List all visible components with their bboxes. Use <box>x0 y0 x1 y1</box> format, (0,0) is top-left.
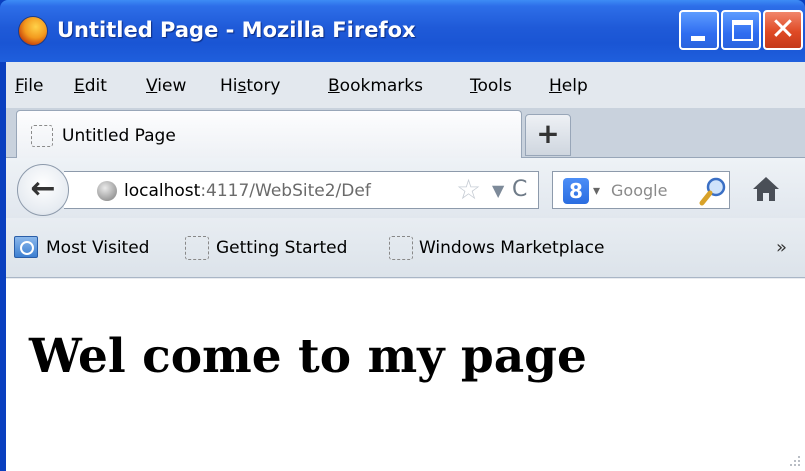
navigation-toolbar: localhost:4117/WebSite2/Def ☆ ▼ C ← 8 ▾ … <box>6 158 805 218</box>
bookmark-getting-started[interactable]: Getting Started <box>216 233 347 263</box>
menu-bookmarks[interactable]: Bookmarks <box>328 73 423 99</box>
tab-untitled-page[interactable]: Untitled Page <box>16 110 522 158</box>
search-engine-dropdown-icon[interactable]: ▾ <box>593 178 600 204</box>
maximize-button[interactable] <box>721 10 761 50</box>
new-tab-icon: + <box>536 117 560 150</box>
search-input[interactable]: Google <box>611 177 701 205</box>
home-icon[interactable] <box>751 174 781 204</box>
menu-tools[interactable]: Tools <box>470 73 512 99</box>
page-icon <box>31 125 53 147</box>
dropmarker-icon[interactable]: ▼ <box>492 178 504 204</box>
minimize-icon <box>691 36 705 41</box>
resize-grip-icon[interactable] <box>788 454 802 468</box>
page-icon <box>389 236 413 260</box>
bookmark-most-visited[interactable]: Most Visited <box>46 233 149 263</box>
url-text[interactable]: localhost:4117/WebSite2/Def <box>124 177 444 205</box>
star-icon[interactable]: ☆ <box>456 174 481 206</box>
menu-file[interactable]: File <box>15 73 43 99</box>
page-content: Wel come to my page <box>6 279 805 471</box>
menu-help[interactable]: Help <box>549 73 588 99</box>
globe-icon[interactable] <box>97 181 117 201</box>
title-bar[interactable]: Untitled Page - Mozilla Firefox ✕ <box>0 0 805 62</box>
window-title: Untitled Page - Mozilla Firefox <box>57 18 416 42</box>
menu-edit[interactable]: Edit <box>74 73 107 99</box>
magnifier-icon[interactable] <box>699 176 727 206</box>
chevron-icon[interactable]: » <box>776 236 787 260</box>
page-icon <box>185 236 209 260</box>
browser-window: Untitled Page - Mozilla Firefox ✕ File E… <box>0 0 805 471</box>
back-button[interactable]: ← <box>17 164 69 216</box>
folder-icon <box>14 236 38 258</box>
menu-history[interactable]: History <box>220 73 281 99</box>
maximize-icon <box>732 20 753 41</box>
back-arrow-icon: ← <box>30 171 56 206</box>
minimize-button[interactable] <box>679 10 719 50</box>
browser-client-area: File Edit View History Bookmarks Tools H… <box>6 62 805 471</box>
search-bar[interactable]: 8 ▾ Google <box>552 171 730 209</box>
firefox-logo-icon <box>18 16 48 46</box>
close-icon: ✕ <box>770 12 796 47</box>
menu-file-rest: ile <box>23 76 44 96</box>
bookmark-windows-marketplace[interactable]: Windows Marketplace <box>419 233 604 263</box>
reload-icon[interactable]: C <box>512 175 527 205</box>
menu-bar: File Edit View History Bookmarks Tools H… <box>6 62 805 108</box>
url-bar[interactable]: localhost:4117/WebSite2/Def ☆ ▼ C <box>64 171 539 209</box>
new-tab-button[interactable]: + <box>525 114 571 156</box>
tab-label: Untitled Page <box>62 126 176 146</box>
close-button[interactable]: ✕ <box>763 10 803 50</box>
menu-view[interactable]: View <box>146 73 186 99</box>
tab-strip: Untitled Page + <box>6 108 805 158</box>
bookmarks-toolbar: Most Visited Getting Started Windows Mar… <box>6 218 805 278</box>
google-icon[interactable]: 8 <box>563 178 589 204</box>
page-heading: Wel come to my page <box>29 329 587 384</box>
